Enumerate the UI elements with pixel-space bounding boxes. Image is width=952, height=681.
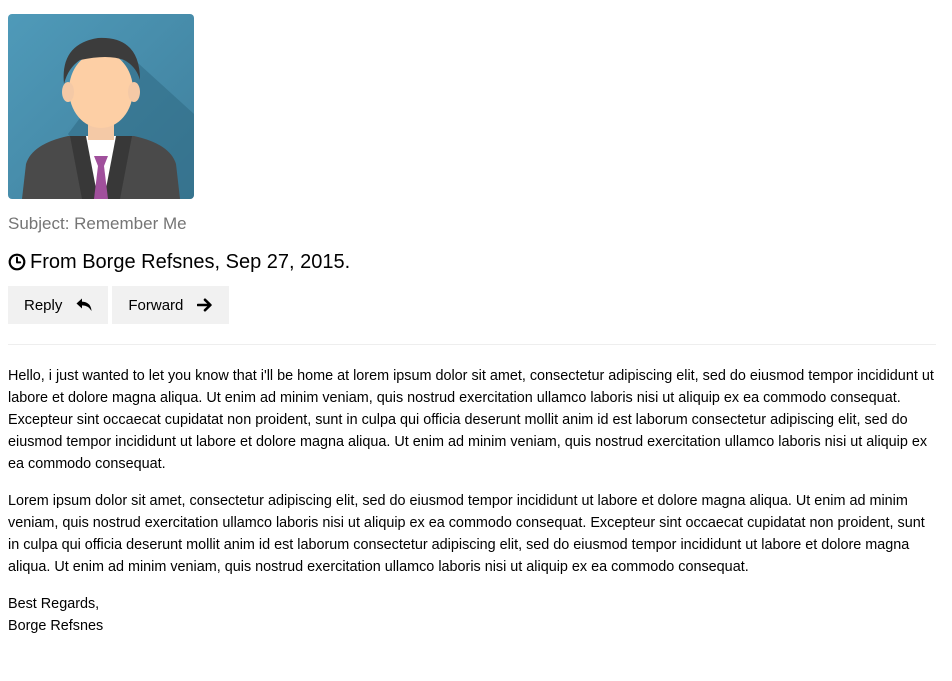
email-from-text: From Borge Refsnes, Sep 27, 2015. <box>30 251 351 273</box>
person-avatar-icon <box>8 14 194 199</box>
divider <box>8 344 936 345</box>
forward-button-label: Forward <box>128 296 184 314</box>
reply-icon <box>76 298 92 312</box>
forward-button[interactable]: Forward <box>112 286 230 324</box>
email-paragraph: Lorem ipsum dolor sit amet, consectetur … <box>8 493 925 575</box>
signature-name: Borge Refsnes <box>8 618 104 634</box>
email-paragraph: Hello, i just wanted to let you know tha… <box>8 368 934 472</box>
email-from-line: From Borge Refsnes, Sep 27, 2015. <box>8 251 936 273</box>
email-actions: Reply Forward <box>8 286 936 324</box>
clock-icon <box>8 253 26 271</box>
arrow-right-icon <box>197 298 213 312</box>
email-signature: Best Regards, Borge Refsnes <box>8 593 936 637</box>
email-view: Subject: Remember Me From Borge Refsnes,… <box>8 14 936 637</box>
email-subject: Subject: Remember Me <box>8 214 187 233</box>
reply-button-label: Reply <box>24 296 63 314</box>
reply-button[interactable]: Reply <box>8 286 109 324</box>
signature-closing: Best Regards, <box>8 596 100 612</box>
email-body: Hello, i just wanted to let you know tha… <box>8 365 936 637</box>
